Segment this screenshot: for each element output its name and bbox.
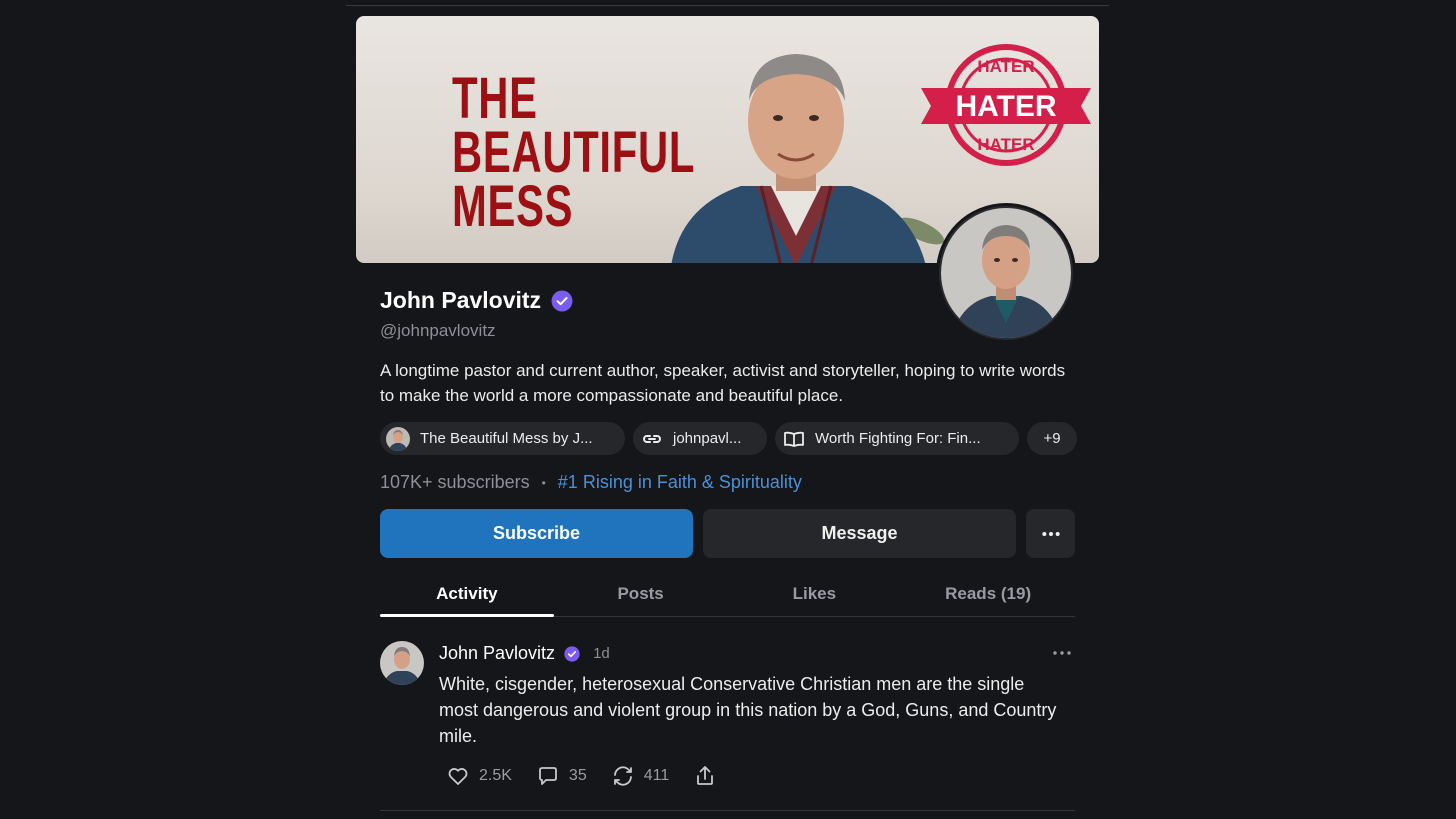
tab-activity[interactable]: Activity [380, 571, 554, 617]
post-timestamp: 1d [593, 645, 610, 662]
message-button[interactable]: Message [703, 509, 1016, 558]
post-actions: 2.5K 35 411 [446, 764, 717, 788]
stamp-arc-bottom: HATER [977, 135, 1034, 154]
profile-name: John Pavlovitz [380, 287, 542, 313]
like-count: 2.5K [479, 767, 512, 784]
tab-reads[interactable]: Reads (19) [901, 571, 1075, 616]
post-author-avatar[interactable] [380, 641, 424, 685]
restack-button[interactable]: 411 [611, 764, 670, 788]
subscribe-button[interactable]: Subscribe [380, 509, 693, 558]
stats-separator: • [541, 475, 546, 490]
profile-bio: A longtime pastor and current author, sp… [380, 361, 1066, 405]
publication-thumbnail [386, 426, 410, 451]
verified-check-icon [551, 290, 573, 311]
chip-label: Worth Fighting For: Fin... [815, 430, 981, 447]
website-chip[interactable]: johnpavl... [633, 422, 767, 455]
heart-icon [448, 768, 468, 785]
avatar-portrait [941, 208, 1071, 338]
profile-links: The Beautiful Mess by J... johnpavl... W… [380, 422, 1077, 455]
post-menu-button[interactable] [1050, 645, 1074, 661]
banner-title-line-3: MESS [452, 174, 574, 239]
chip-label: johnpavl... [673, 430, 742, 447]
comment-button[interactable]: 35 [536, 764, 587, 788]
stamp-text: HATER [955, 90, 1056, 123]
top-divider [346, 5, 1109, 6]
banner-title: THE BEAUTIFUL MESS [452, 66, 696, 239]
restack-count: 411 [643, 767, 670, 784]
banner-title-line-2: BEAUTIFUL [452, 120, 696, 185]
publication-chip[interactable]: The Beautiful Mess by J... [380, 422, 625, 455]
feed-divider [380, 810, 1075, 811]
profile-name-row: John Pavlovitz [380, 287, 573, 314]
stamp-arc-top: HATER [977, 57, 1034, 76]
chip-label: +9 [1043, 430, 1061, 447]
subscriber-count: 107K+ subscribers [380, 472, 530, 492]
restack-icon [613, 766, 632, 786]
tab-posts[interactable]: Posts [554, 571, 728, 616]
rank-link[interactable]: #1 Rising in Faith & Spirituality [558, 472, 802, 493]
book-icon [784, 431, 804, 447]
post-body: White, cisgender, heterosexual Conservat… [439, 674, 1057, 746]
ellipsis-icon [1053, 651, 1071, 655]
hater-stamp: HATER HATER HATER [921, 44, 1091, 166]
profile-stats: 107K+ subscribers • #1 Rising in Faith &… [380, 472, 802, 493]
ellipsis-icon [1041, 531, 1060, 536]
link-icon [643, 434, 661, 443]
tab-likes[interactable]: Likes [728, 571, 902, 616]
share-button[interactable] [693, 764, 717, 788]
book-chip[interactable]: Worth Fighting For: Fin... [775, 422, 1019, 455]
banner-portrait [671, 54, 926, 263]
profile-handle: @johnpavlovitz [380, 321, 496, 340]
profile-avatar[interactable] [936, 203, 1076, 343]
chip-label: The Beautiful Mess by J... [420, 430, 593, 447]
profile-tabs: Activity Posts Likes Reads (19) [380, 571, 1075, 617]
verified-check-icon [564, 645, 580, 662]
share-icon [697, 766, 714, 785]
post-header: John Pavlovitz 1d [439, 643, 610, 664]
more-options-button[interactable] [1026, 509, 1075, 558]
like-button[interactable]: 2.5K [446, 764, 512, 788]
more-links-chip[interactable]: +9 [1027, 422, 1077, 455]
comment-icon [539, 767, 557, 785]
banner-title-line-1: THE [452, 66, 538, 131]
post-author-name[interactable]: John Pavlovitz [439, 643, 555, 664]
comment-count: 35 [568, 767, 587, 784]
